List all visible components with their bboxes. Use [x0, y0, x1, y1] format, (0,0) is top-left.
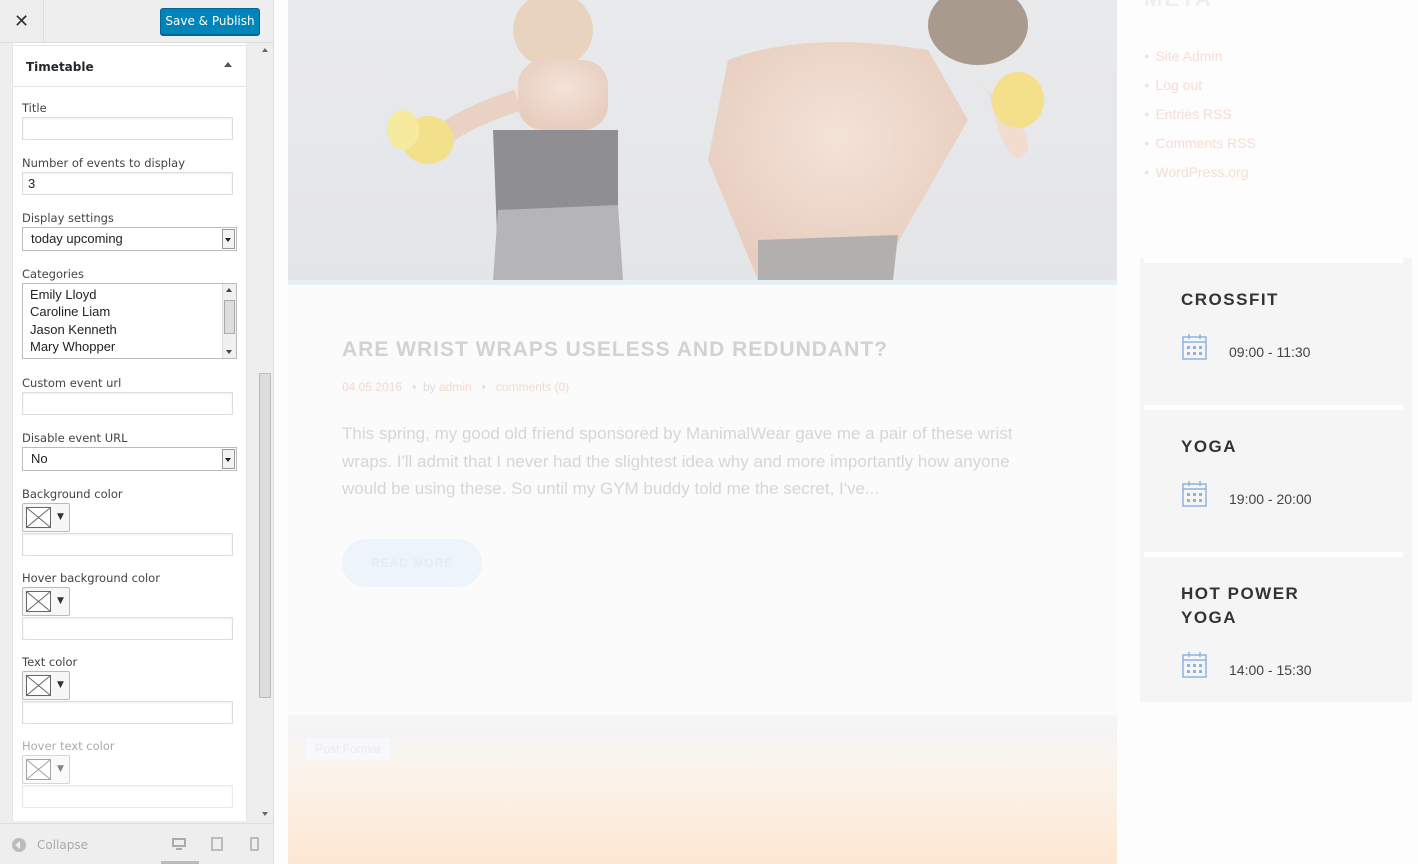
read-more-button[interactable]: READ MORE: [342, 539, 482, 587]
category-option[interactable]: Emily Lloyd: [23, 286, 117, 303]
hover-bg-input[interactable]: [22, 617, 233, 640]
empty-swatch-icon: [26, 675, 51, 696]
post-excerpt: This spring, my good old friend sponsore…: [342, 424, 1013, 498]
post-date[interactable]: 04.05.2016: [342, 380, 402, 394]
hover-bg-label: Hover background color: [22, 571, 160, 585]
empty-swatch-icon: [26, 759, 51, 780]
scroll-up-icon[interactable]: [226, 288, 232, 292]
category-option[interactable]: Caroline Liam: [23, 303, 117, 320]
event-name[interactable]: YOGA: [1181, 435, 1361, 459]
custom-url-input[interactable]: [22, 392, 233, 415]
category-option[interactable]: Mary Whopper: [23, 338, 117, 355]
meta-link[interactable]: Entries RSS: [1144, 106, 1256, 135]
categories-listbox[interactable]: Emily Lloyd Caroline Liam Jason Kenneth …: [22, 283, 237, 359]
collapse-button[interactable]: Collapse: [37, 838, 88, 852]
category-option[interactable]: Jason Kenneth: [23, 321, 117, 338]
dropdown-arrow-icon: ▼: [57, 512, 64, 522]
collapse-icon[interactable]: [12, 838, 26, 852]
bg-color-label: Background color: [22, 487, 123, 501]
events-count-input[interactable]: 3: [22, 172, 233, 195]
post-by: by: [422, 380, 436, 394]
display-settings-value: today upcoming: [31, 231, 123, 246]
meta-link[interactable]: Comments RSS: [1144, 135, 1255, 164]
widget-title: Timetable: [26, 60, 94, 74]
meta-link[interactable]: Site Admin: [1144, 48, 1256, 77]
display-settings-select[interactable]: today upcoming: [22, 227, 237, 251]
disable-url-label: Disable event URL: [22, 431, 128, 445]
display-settings-label: Display settings: [22, 211, 114, 225]
customizer-root: ✕ Save & Publish Timetable Title Number …: [0, 0, 1418, 864]
categories-label: Categories: [22, 267, 84, 281]
event-time: 14:00 - 15:30: [1229, 662, 1312, 678]
select-arrow-icon[interactable]: [222, 449, 235, 469]
disable-url-select[interactable]: No: [22, 447, 237, 471]
event-time: 09:00 - 11:30: [1229, 344, 1311, 360]
dropdown-arrow-icon: ▼: [57, 764, 64, 774]
post-meta: 04.05.2016 • by admin • comments (0): [342, 380, 570, 394]
customizer-sidebar: ✕ Save & Publish Timetable Title Number …: [0, 0, 274, 864]
post-format-badge[interactable]: Post Format: [306, 738, 390, 760]
title-input[interactable]: [22, 117, 233, 140]
scroll-thumb[interactable]: [224, 300, 235, 334]
calendar-icon: [1182, 481, 1207, 507]
widget-panel: Timetable Title Number of events to disp…: [12, 43, 247, 821]
timetable-divider: [1144, 405, 1403, 410]
empty-swatch-icon: [26, 507, 51, 528]
scroll-down-icon[interactable]: [262, 812, 268, 816]
collapse-arrow-icon[interactable]: [224, 62, 232, 67]
next-post-image[interactable]: [288, 715, 1117, 864]
scroll-up-icon[interactable]: [262, 48, 268, 52]
text-color-label: Text color: [22, 655, 78, 669]
post-title[interactable]: ARE WRIST WRAPS USELESS AND REDUNDANT?: [342, 338, 888, 362]
disable-url-value: No: [31, 451, 48, 466]
categories-scrollbar[interactable]: [222, 284, 236, 358]
post-featured-image[interactable]: [288, 0, 1117, 280]
custom-url-label: Custom event url: [22, 376, 122, 390]
customizer-header: ✕ Save & Publish: [0, 0, 273, 43]
post-comments[interactable]: comments (0): [496, 380, 569, 394]
hover-text-input[interactable]: [22, 785, 233, 808]
mobile-icon[interactable]: [250, 837, 259, 851]
dropdown-arrow-icon: ▼: [57, 680, 64, 690]
scroll-thumb[interactable]: [259, 373, 271, 698]
text-color-input[interactable]: [22, 701, 233, 724]
event-name[interactable]: CROSSFIT: [1181, 288, 1361, 312]
meta-widget-title: META: [1144, 0, 1213, 12]
timetable-divider: [1144, 258, 1403, 263]
calendar-icon: [1182, 652, 1207, 678]
title-label: Title: [22, 101, 47, 115]
fitness-couple-image: [387, 0, 1044, 280]
bg-color-input[interactable]: [22, 533, 233, 556]
hover-bg-picker[interactable]: ▼: [22, 587, 70, 616]
hover-text-label: Hover text color: [22, 739, 115, 753]
meta-link[interactable]: Log out: [1144, 77, 1256, 106]
desktop-icon[interactable]: [172, 837, 186, 851]
text-color-picker[interactable]: ▼: [22, 671, 70, 700]
events-count-label: Number of events to display: [22, 156, 186, 170]
customizer-footer: Collapse: [0, 823, 273, 864]
close-icon[interactable]: ✕: [0, 0, 44, 42]
timetable-widget: [1140, 258, 1412, 702]
calendar-icon: [1182, 334, 1207, 360]
meta-link[interactable]: WordPress.org: [1144, 164, 1256, 193]
bg-color-picker[interactable]: ▼: [22, 503, 70, 532]
event-name[interactable]: HOT POWER YOGA: [1181, 582, 1361, 630]
select-arrow-icon[interactable]: [222, 229, 235, 249]
site-preview: ARE WRIST WRAPS USELESS AND REDUNDANT? 0…: [274, 0, 1418, 864]
post-author[interactable]: admin: [439, 380, 472, 394]
dropdown-arrow-icon: ▼: [57, 596, 64, 606]
event-time: 19:00 - 20:00: [1229, 491, 1312, 507]
save-publish-button[interactable]: Save & Publish: [160, 8, 260, 35]
meta-links: Site Admin Log out Entries RSS Comments …: [1144, 48, 1256, 193]
widget-header[interactable]: Timetable: [13, 45, 246, 87]
timetable-divider: [1144, 552, 1403, 557]
sidebar-scrollbar[interactable]: [258, 43, 272, 821]
tablet-icon[interactable]: [211, 837, 223, 851]
empty-swatch-icon: [26, 591, 51, 612]
hover-text-picker[interactable]: ▼: [22, 755, 70, 784]
scroll-down-icon[interactable]: [226, 350, 232, 354]
